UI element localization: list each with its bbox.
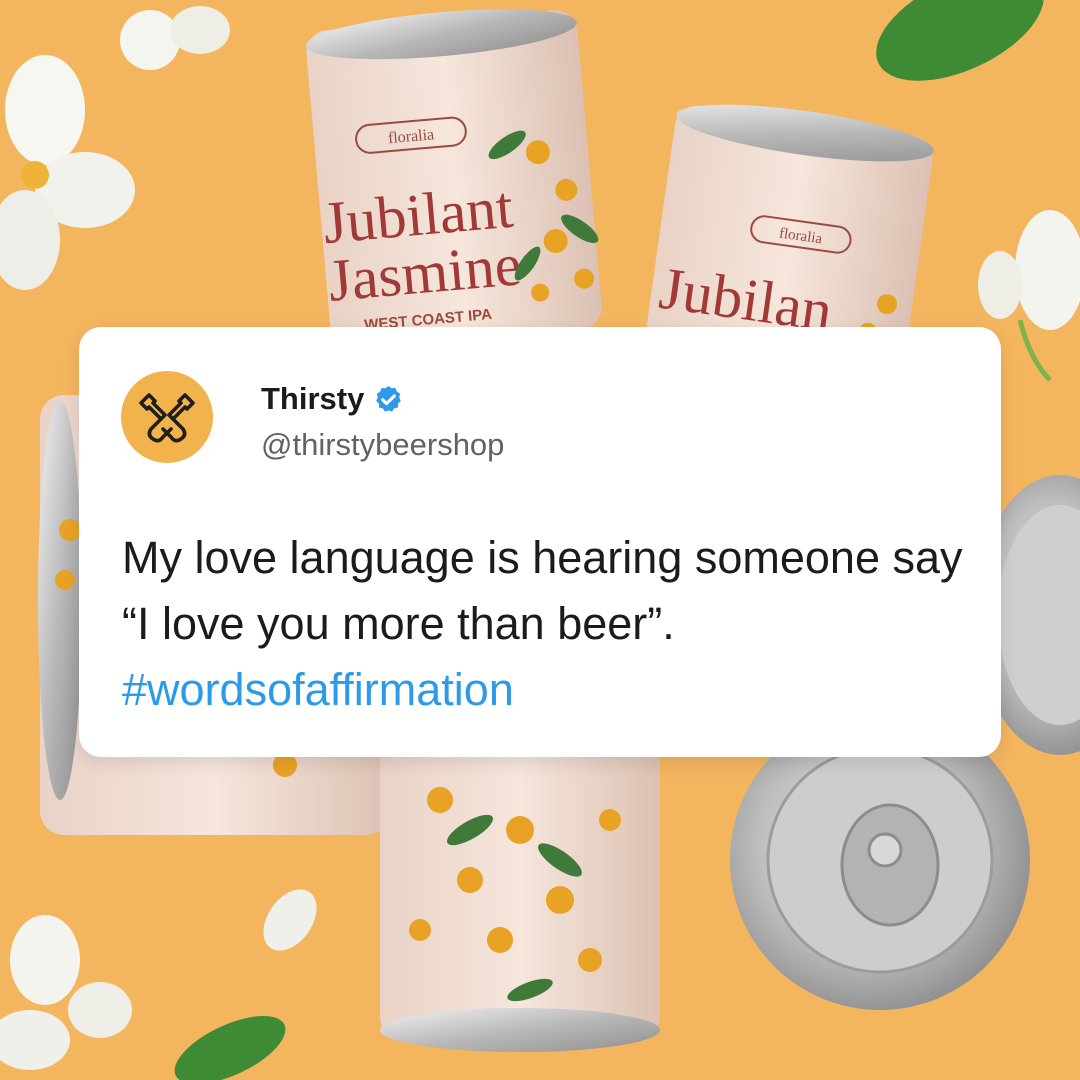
user-handle[interactable]: @thirstybeershop — [261, 427, 504, 463]
tweet-body: My love language is hearing someone say … — [122, 532, 963, 649]
hashtag-link[interactable]: #wordsofaffirmation — [122, 664, 514, 715]
name-row: Thirsty — [261, 379, 404, 419]
beer-can-jubilant-jasmine: floralia Jubilant Jasmine WEST COAST IPA — [305, 9, 602, 350]
tweet-text: My love language is hearing someone say … — [122, 525, 982, 723]
beer-can-bottom — [380, 740, 660, 1052]
avatar[interactable] — [121, 371, 213, 463]
display-name[interactable]: Thirsty — [261, 381, 364, 417]
crossed-bottles-icon — [139, 393, 195, 443]
verified-badge-icon — [376, 385, 402, 412]
tweet-card: Thirsty @thirstybeershop My love languag… — [79, 327, 1001, 757]
